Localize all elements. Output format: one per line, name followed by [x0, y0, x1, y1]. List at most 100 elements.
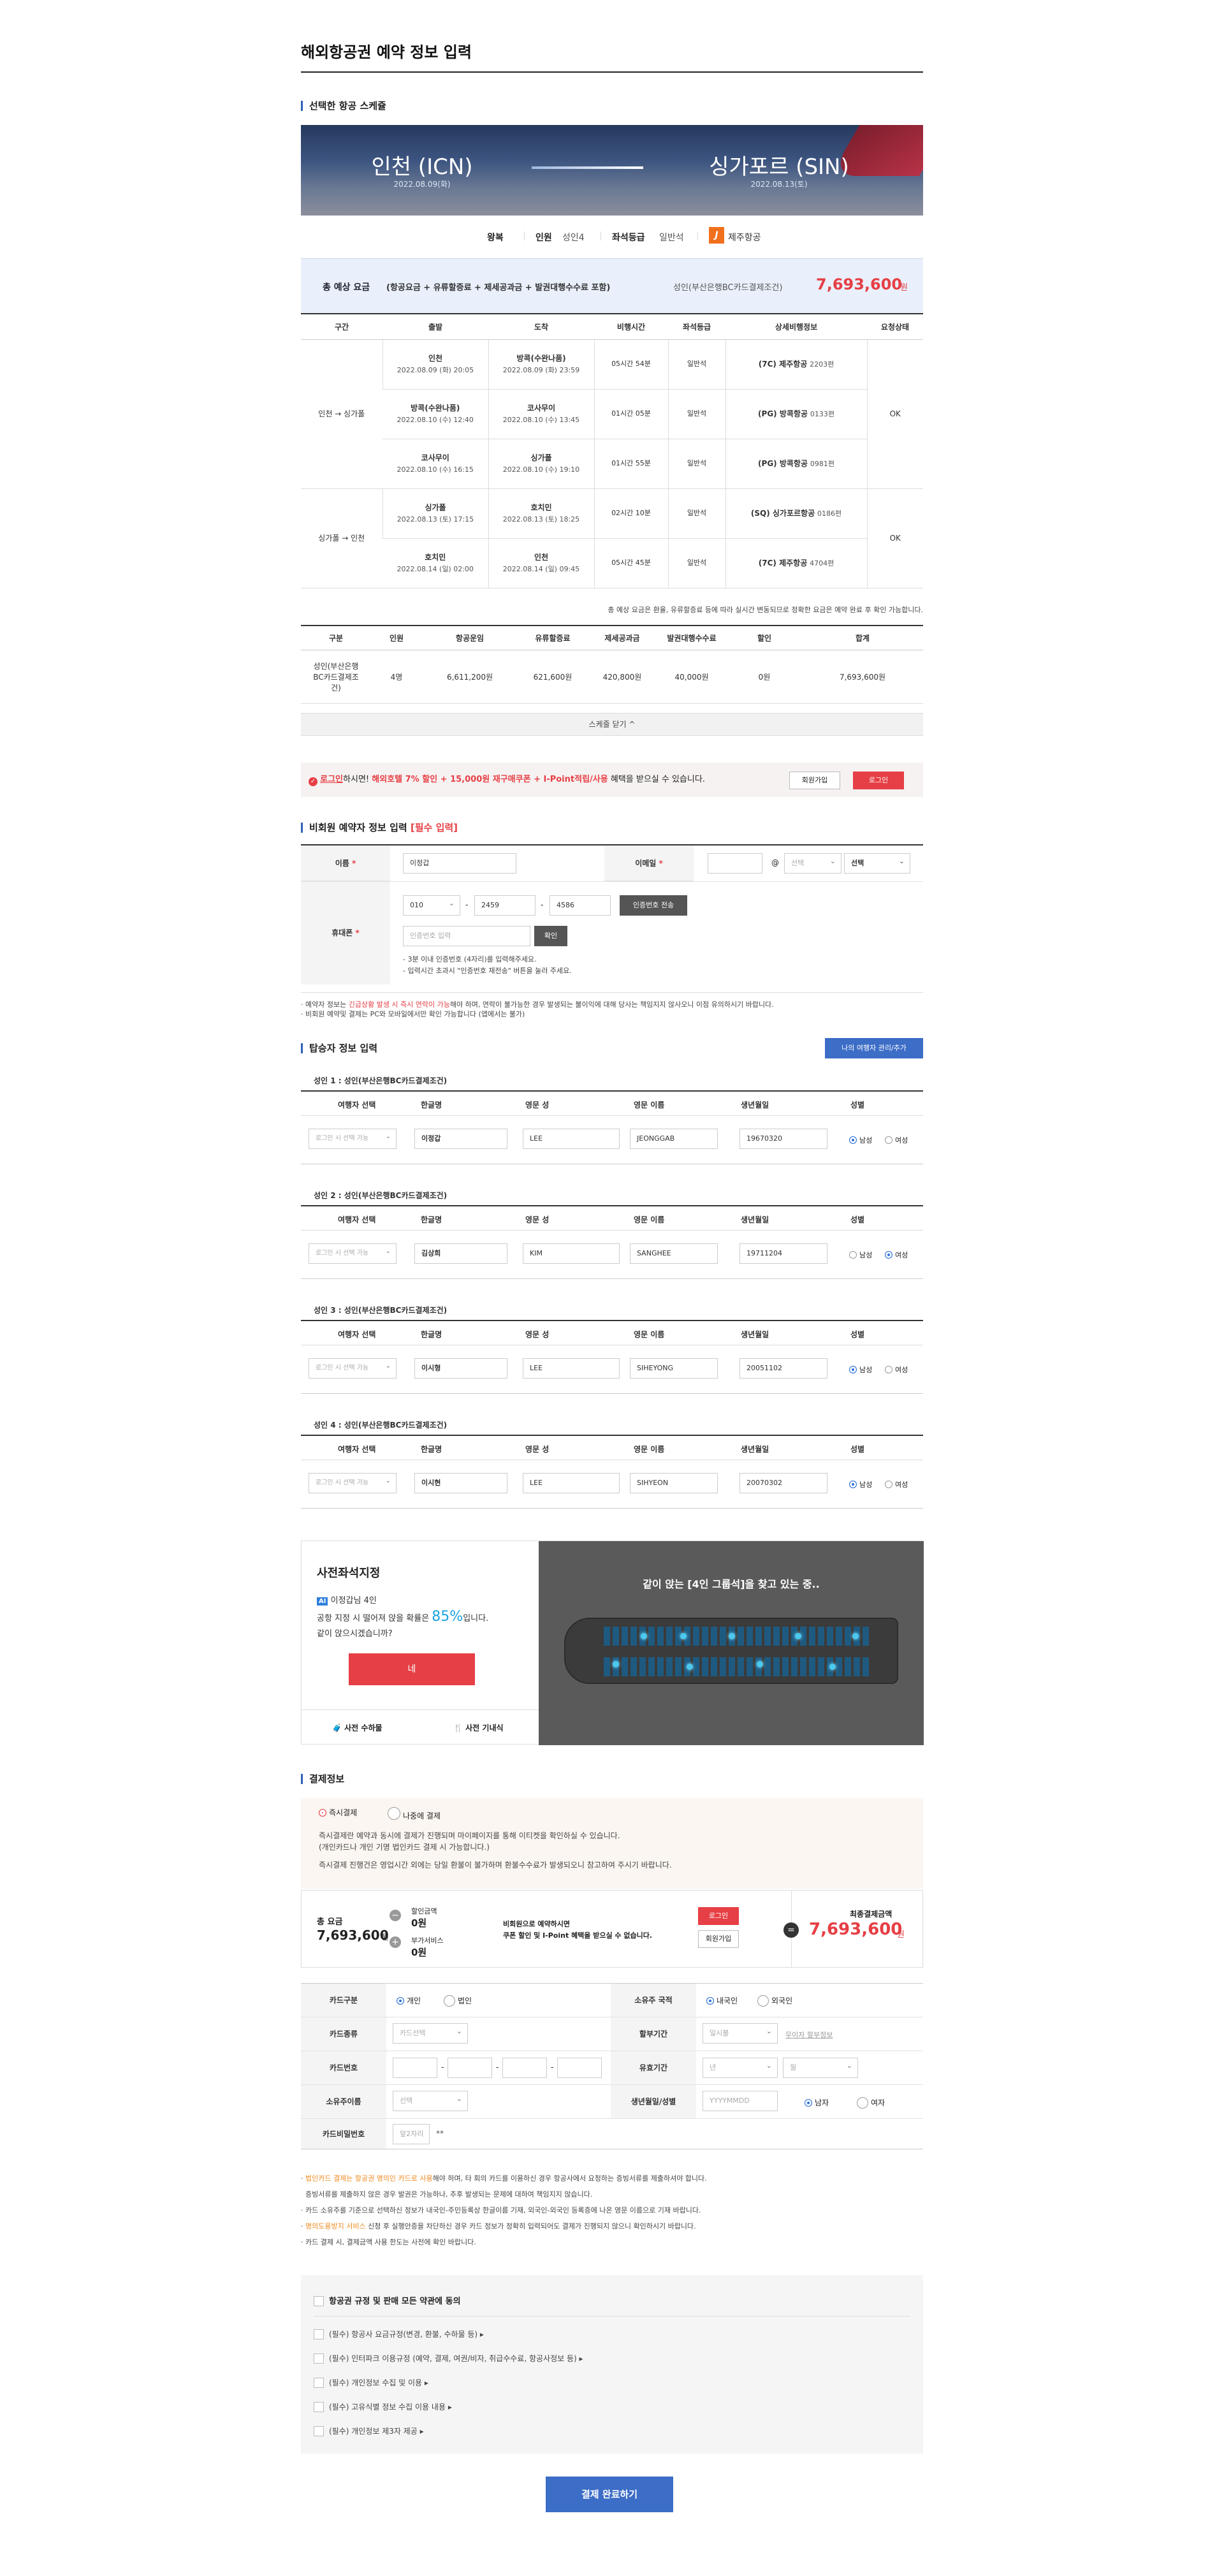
- card-number-1[interactable]: [393, 2058, 437, 2078]
- flight-carrier[interactable]: (PG) 방콕항공: [758, 409, 808, 418]
- login-button[interactable]: 로그인: [853, 772, 904, 789]
- price-cell: 4명: [371, 650, 422, 704]
- birth-date-input[interactable]: 19670320: [740, 1129, 827, 1149]
- gender-male-radio[interactable]: 남성: [849, 1479, 872, 1489]
- email-id-input[interactable]: [708, 853, 762, 874]
- card-number-2[interactable]: [448, 2058, 492, 2078]
- phone-prefix-select[interactable]: 010: [403, 894, 460, 916]
- phone-last-input[interactable]: 4586: [550, 895, 611, 916]
- birth-date-input[interactable]: 20070302: [740, 1473, 827, 1493]
- arr-city: 싱가폴: [530, 453, 552, 462]
- first-name-input[interactable]: SIHEYONG: [630, 1358, 718, 1379]
- baggage-tab[interactable]: 🧳 사전 수하물: [332, 1722, 382, 1733]
- expiry-month-select[interactable]: 월: [783, 2056, 858, 2078]
- traveler-select[interactable]: 로그인 시 선택 가능: [309, 1472, 397, 1493]
- confirm-code-button[interactable]: 확인: [534, 926, 567, 946]
- dep-time: 2022.08.09 (화) 20:05: [397, 365, 474, 374]
- final-label: 최종결제금액: [850, 1910, 892, 1919]
- checkbox-icon: [314, 2402, 324, 2412]
- agree-item[interactable]: (필수) 항공사 요금규정(변경, 환불, 수하물 등) ▸: [314, 2329, 484, 2339]
- card-password-input[interactable]: 앞2자리: [393, 2124, 430, 2144]
- col-header: 영문 이름: [634, 1445, 665, 1454]
- korean-name-input[interactable]: 김상희: [414, 1243, 507, 1264]
- nationality-foreign[interactable]: 외국인: [757, 1995, 792, 2007]
- agree-item[interactable]: (필수) 고유식별 정보 수집 이용 내용 ▸: [314, 2401, 452, 2412]
- agree-item[interactable]: (필수) 인터파크 이용규정 (예약, 결제, 여권/비자, 취급수수료, 항공…: [314, 2353, 583, 2364]
- final-value: 7,693,600: [809, 1920, 903, 1939]
- pay-join-button[interactable]: 회원가입: [698, 1930, 739, 1948]
- gender-female-radio[interactable]: 여성: [885, 1479, 908, 1489]
- traveler-select[interactable]: 로그인 시 선택 가능: [309, 1242, 397, 1264]
- trip-type: 왕복: [487, 233, 504, 243]
- email-domain-input[interactable]: 선택: [784, 852, 841, 874]
- agree-item[interactable]: (필수) 개인정보 수집 및 이용 ▸: [314, 2377, 428, 2388]
- manage-travelers-button[interactable]: 나의 여행자 관리/추가: [825, 1038, 923, 1058]
- traveler-select[interactable]: 로그인 시 선택 가능: [309, 1127, 397, 1149]
- col-header: 한글명: [421, 1330, 442, 1339]
- required-label: [필수 입력]: [410, 822, 458, 833]
- traveler-select[interactable]: 로그인 시 선택 가능: [309, 1357, 397, 1379]
- installment-info-link[interactable]: 무이자 할부정보: [785, 2030, 833, 2040]
- radio-icon: [849, 1251, 857, 1259]
- last-name-input[interactable]: LEE: [523, 1473, 620, 1493]
- korean-name-input[interactable]: 이정갑: [414, 1129, 507, 1149]
- flight-carrier[interactable]: (SQ) 싱가포르항공: [751, 509, 815, 518]
- email-label: 이메일 *: [604, 845, 694, 881]
- col-header: 인원: [371, 625, 422, 650]
- class: 일반석: [667, 439, 725, 489]
- email-domain-select[interactable]: 선택: [844, 852, 910, 874]
- card-number-3[interactable]: [502, 2058, 547, 2078]
- name-input[interactable]: 이정갑: [403, 853, 516, 874]
- seat-yes-button[interactable]: 네: [349, 1653, 475, 1685]
- card-type-personal[interactable]: 개인: [397, 1995, 421, 2006]
- login-link[interactable]: 로그인: [320, 775, 343, 784]
- gender-female-radio[interactable]: 여성: [885, 1135, 908, 1145]
- agree-all[interactable]: 항공권 규정 및 판매 모든 약관에 동의: [314, 2294, 461, 2306]
- page-title: 해외항공권 예약 정보 입력: [301, 43, 472, 61]
- flight-carrier[interactable]: (PG) 방콕항공: [758, 459, 808, 468]
- last-name-input[interactable]: LEE: [523, 1358, 620, 1379]
- last-name-input[interactable]: KIM: [523, 1243, 620, 1264]
- first-name-input[interactable]: JEONGGAB: [630, 1129, 718, 1149]
- arr-city: 호치민: [530, 502, 552, 512]
- schedule-close-button[interactable]: 스케줄 닫기 ^: [301, 713, 923, 736]
- last-name-input[interactable]: LEE: [523, 1129, 620, 1149]
- col-header: 항공운임: [422, 625, 518, 650]
- flight-carrier[interactable]: (7C) 제주항공: [759, 559, 807, 567]
- submit-payment-button[interactable]: 결제 완료하기: [546, 2477, 673, 2512]
- korean-name-input[interactable]: 이시형: [414, 1358, 507, 1379]
- pay-login-button[interactable]: 로그인: [698, 1907, 739, 1925]
- phone-middle-input[interactable]: 2459: [474, 895, 536, 916]
- card-kind-select[interactable]: 카드선택: [393, 2022, 468, 2044]
- first-name-input[interactable]: SANGHEE: [630, 1243, 718, 1264]
- gender-male-radio[interactable]: 남성: [849, 1365, 872, 1375]
- agree-item[interactable]: (필수) 개인정보 제3자 제공 ▸: [314, 2426, 424, 2436]
- col-header: 구분: [301, 625, 371, 650]
- birth-input[interactable]: YYYYMMDD: [703, 2091, 778, 2111]
- col-header: 영문 이름: [634, 1215, 665, 1224]
- card-type-corporate[interactable]: 법인: [444, 1995, 472, 2007]
- pay-now-option[interactable]: 즉시결제: [319, 1807, 357, 1818]
- gender-female[interactable]: 여자: [857, 2097, 885, 2109]
- code-input[interactable]: 인증번호 입력: [403, 926, 530, 946]
- member-msg-2: 쿠폰 할인 및 I-Point 혜택을 받으실 수 없습니다.: [503, 1931, 653, 1940]
- nationality-domestic[interactable]: 내국인: [706, 1995, 738, 2006]
- first-name-input[interactable]: SIHYEON: [630, 1473, 718, 1493]
- birth-date-input[interactable]: 19711204: [740, 1243, 827, 1264]
- pay-later-option[interactable]: 나중에 결제: [388, 1807, 441, 1821]
- expiry-year-select[interactable]: 년: [703, 2056, 778, 2078]
- gender-male[interactable]: 남자: [805, 2097, 829, 2108]
- gender-male-radio[interactable]: 남성: [849, 1135, 872, 1145]
- birth-date-input[interactable]: 20051102: [740, 1358, 827, 1379]
- card-number-4[interactable]: [557, 2058, 602, 2078]
- gender-male-radio[interactable]: 남성: [849, 1250, 872, 1260]
- korean-name-input[interactable]: 이시현: [414, 1473, 507, 1493]
- join-button[interactable]: 회원가입: [789, 772, 840, 789]
- installment-select[interactable]: 일시불: [703, 2022, 778, 2044]
- gender-female-radio[interactable]: 여성: [885, 1250, 908, 1260]
- meal-tab[interactable]: 🍴 사전 기내식: [453, 1722, 504, 1733]
- gender-female-radio[interactable]: 여성: [885, 1365, 908, 1375]
- send-code-button[interactable]: 인증번호 전송: [620, 895, 687, 916]
- owner-select[interactable]: 선택: [393, 2089, 468, 2111]
- flight-carrier[interactable]: (7C) 제주항공: [759, 360, 807, 369]
